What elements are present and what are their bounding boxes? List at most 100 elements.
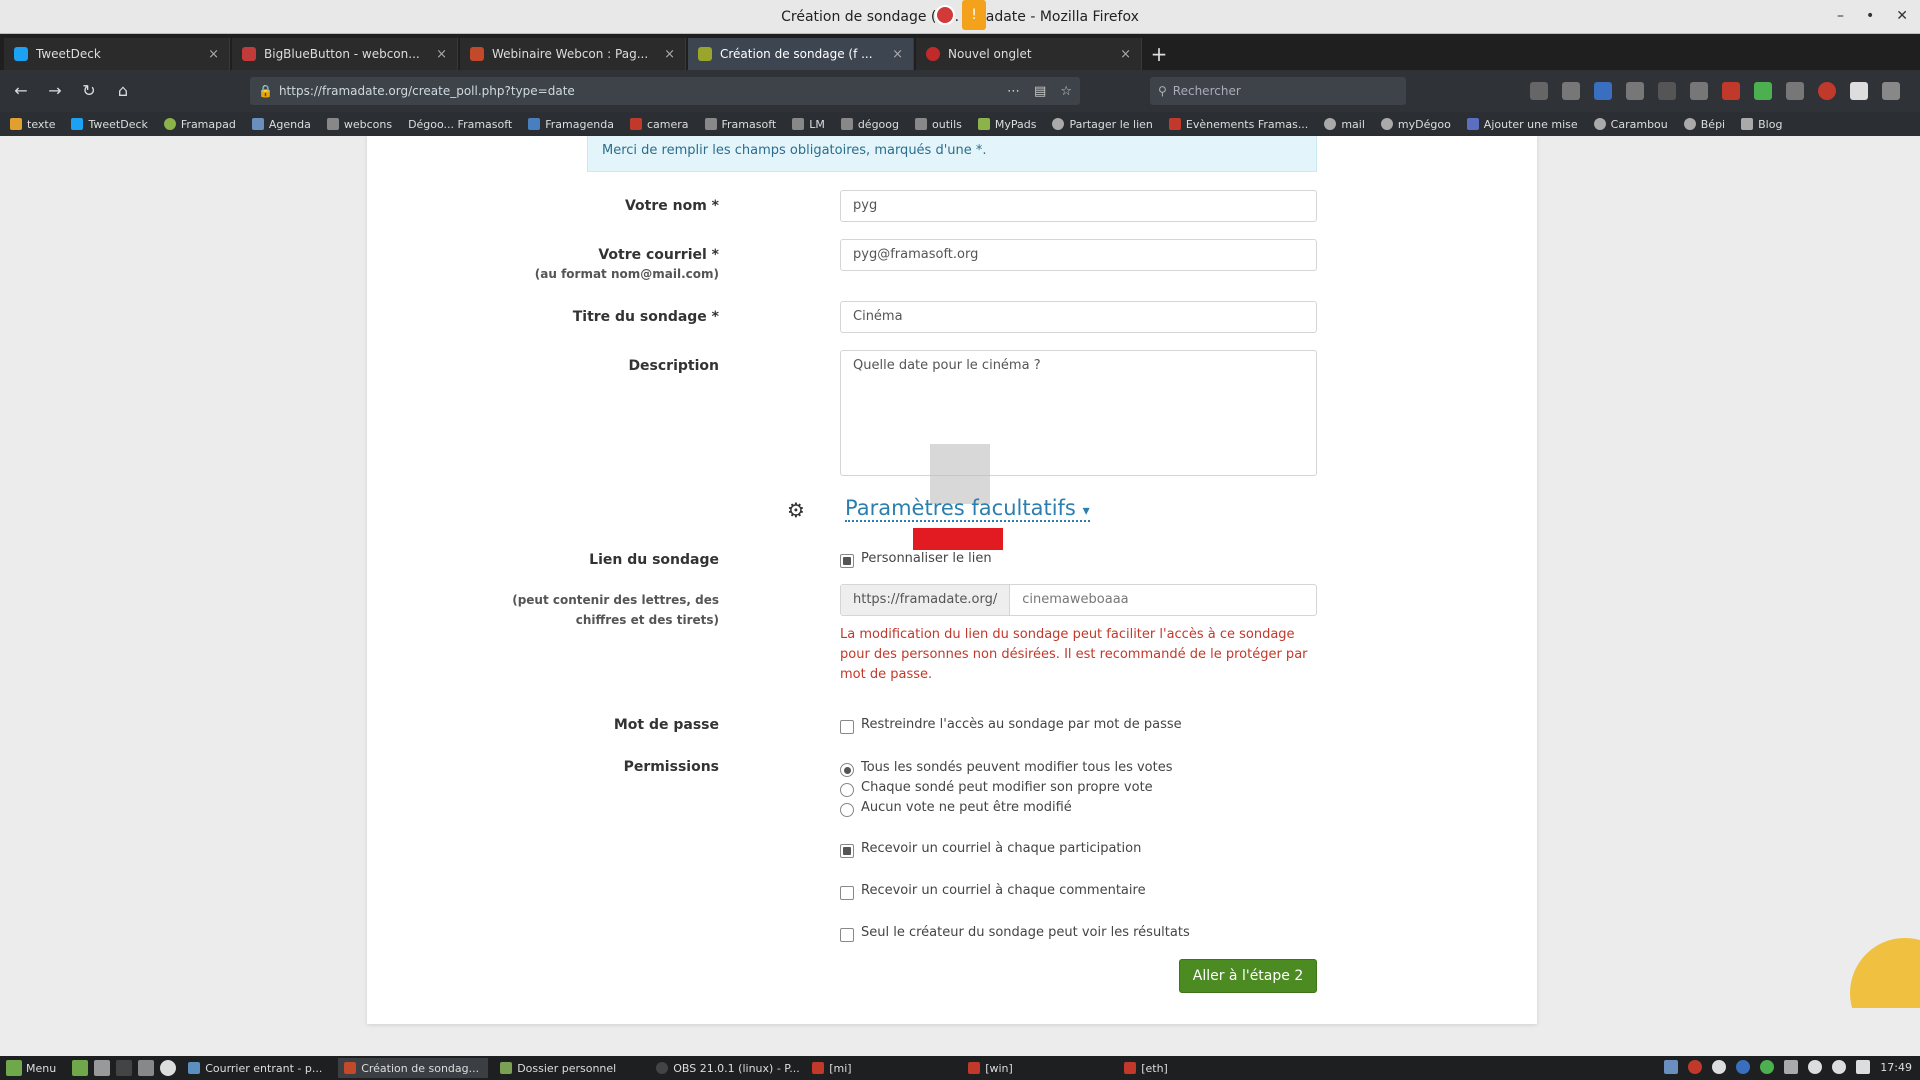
bookmark-item[interactable]: Bépi <box>1683 118 1725 131</box>
password-checkbox[interactable] <box>840 720 854 734</box>
taskbar-task[interactable]: Courrier entrant - p... <box>182 1058 332 1078</box>
volume-icon[interactable] <box>1832 1060 1847 1074</box>
poll-title-input[interactable]: Cinéma <box>840 301 1317 333</box>
tab-close-icon[interactable]: × <box>664 47 675 62</box>
folder-icon[interactable] <box>138 1060 155 1076</box>
close-window-button[interactable]: ✕ <box>1896 8 1908 24</box>
tools-icon[interactable] <box>1530 82 1548 100</box>
bookmark-item[interactable]: Agenda <box>251 118 311 131</box>
optional-settings-toggle[interactable]: Paramètres facultatifs ▾ <box>845 496 1090 522</box>
extension-blue-icon[interactable] <box>1594 82 1612 100</box>
required-fields-notice: Merci de remplir les champs obligatoires… <box>587 136 1317 172</box>
bookmark-item[interactable]: Partager le lien <box>1052 118 1153 131</box>
tab-creation-sondage[interactable]: Création de sondage (f ... × <box>688 38 914 70</box>
search-input[interactable]: Rechercher <box>1173 84 1241 98</box>
settings-icon[interactable] <box>1562 82 1580 100</box>
bookmark-item[interactable]: Ajouter une mise <box>1466 118 1578 131</box>
extension-grey-icon[interactable] <box>1658 82 1676 100</box>
tray-files-icon[interactable] <box>1784 1060 1799 1074</box>
bookmark-item[interactable]: Dégoo... Framasoft <box>408 118 512 131</box>
reload-button[interactable]: ↻ <box>76 78 102 104</box>
extension-white-icon[interactable] <box>1850 82 1868 100</box>
bluetooth-icon[interactable] <box>1736 1060 1751 1074</box>
bookmark-folder[interactable]: LM <box>792 118 825 131</box>
tray-shield-icon[interactable] <box>1712 1060 1727 1074</box>
bookmark-icon <box>1466 118 1479 130</box>
taskbar-task[interactable]: [win] <box>962 1058 1112 1078</box>
tab-tweetdeck[interactable]: TweetDeck × <box>4 38 230 70</box>
menu-icon[interactable] <box>1882 82 1900 100</box>
clock[interactable]: 17:49 <box>1880 1061 1912 1074</box>
bookmark-item[interactable]: mail <box>1324 118 1365 131</box>
tray-record-icon[interactable] <box>1688 1060 1703 1074</box>
name-input[interactable]: pyg <box>840 190 1317 222</box>
tab-bigbluebutton[interactable]: BigBlueButton - webcon... × <box>232 38 458 70</box>
terminal-icon[interactable] <box>116 1060 133 1076</box>
extension-red2-icon[interactable] <box>1818 82 1836 100</box>
taskbar-task[interactable]: [mi] <box>806 1058 956 1078</box>
search-bar[interactable]: ⚲ Rechercher <box>1150 77 1406 105</box>
bookmark-item[interactable]: texte <box>10 118 55 131</box>
show-desktop-icon[interactable] <box>72 1060 89 1076</box>
taskbar-task[interactable]: [eth] <box>1118 1058 1268 1078</box>
taskbar-task[interactable]: Dossier personnel <box>494 1058 644 1078</box>
bookmark-item[interactable]: Evènements Framas... <box>1168 118 1308 131</box>
taskbar-task[interactable]: Création de sondag... <box>338 1058 489 1078</box>
bookmark-item[interactable]: Blog <box>1741 118 1782 131</box>
corner-badge-icon[interactable] <box>1840 928 1920 1008</box>
battery-icon[interactable] <box>1856 1060 1871 1074</box>
description-textarea[interactable]: Quelle date pour le cinéma ? <box>840 350 1317 476</box>
bookmark-folder[interactable]: outils <box>915 118 962 131</box>
results-creator-checkbox[interactable] <box>840 928 854 942</box>
customize-link-checkbox[interactable] <box>840 554 854 568</box>
url-bar[interactable]: 🔒 https://framadate.org/create_poll.php?… <box>250 77 1080 105</box>
bookmark-item[interactable]: myDégoo <box>1380 118 1451 131</box>
bookmark-item[interactable]: MyPads <box>977 118 1036 131</box>
file-manager-icon[interactable] <box>94 1060 111 1076</box>
bookmark-item[interactable]: Framagenda <box>528 118 614 131</box>
mail-comment-checkbox[interactable] <box>840 886 854 900</box>
email-input[interactable]: pyg@framasoft.org <box>840 239 1317 271</box>
perm-none-text: Aucun vote ne peut être modifié <box>861 800 1072 815</box>
extension-green-icon[interactable] <box>1754 82 1772 100</box>
extension-red-icon[interactable] <box>1722 82 1740 100</box>
tray-app-icon[interactable] <box>1664 1060 1679 1074</box>
sidebar-icon[interactable] <box>1690 82 1708 100</box>
perm-all-radio[interactable] <box>840 763 854 777</box>
maximize-button[interactable]: • <box>1866 8 1874 24</box>
browser-icon[interactable] <box>160 1060 177 1076</box>
tab-nouvel-onglet[interactable]: Nouvel onglet × <box>916 38 1142 70</box>
rss-icon[interactable] <box>1786 82 1804 100</box>
taskbar-task[interactable]: OBS 21.0.1 (linux) - P... <box>650 1058 800 1078</box>
library-icon[interactable] <box>1626 82 1644 100</box>
bookmark-star-icon[interactable]: ☆ <box>1060 84 1072 99</box>
link-slug-input[interactable]: cinemaweboaaa <box>1010 585 1140 615</box>
bookmark-folder[interactable]: Framasoft <box>704 118 776 131</box>
mail-participation-checkbox[interactable] <box>840 844 854 858</box>
bookmark-item[interactable]: Framapad <box>163 118 236 131</box>
perm-none-radio[interactable] <box>840 803 854 817</box>
tab-close-icon[interactable]: × <box>436 47 447 62</box>
tab-close-icon[interactable]: × <box>208 47 219 62</box>
tab-close-icon[interactable]: × <box>1120 47 1131 62</box>
perm-own-radio[interactable] <box>840 783 854 797</box>
bookmark-folder[interactable]: webcons <box>326 118 392 131</box>
home-button[interactable]: ⌂ <box>110 78 136 104</box>
new-tab-button[interactable]: + <box>1144 38 1174 70</box>
url-text[interactable]: https://framadate.org/create_poll.php?ty… <box>279 84 1001 98</box>
network-icon[interactable] <box>1808 1060 1823 1074</box>
tab-close-icon[interactable]: × <box>892 47 903 62</box>
bookmark-item[interactable]: Carambou <box>1593 118 1668 131</box>
bookmark-item[interactable]: TweetDeck <box>71 118 148 131</box>
back-button[interactable]: ← <box>8 78 34 104</box>
start-menu-button[interactable]: Menu <box>6 1060 66 1076</box>
bookmark-item[interactable]: camera <box>629 118 689 131</box>
forward-button[interactable]: → <box>42 78 68 104</box>
next-step-button[interactable]: Aller à l'étape 2 <box>1179 959 1317 993</box>
tray-check-icon[interactable] <box>1760 1060 1775 1074</box>
minimize-button[interactable]: – <box>1837 8 1844 24</box>
bookmark-folder[interactable]: dégoog <box>840 118 899 131</box>
reader-view-icon[interactable]: ▤ <box>1034 84 1046 99</box>
page-actions-icon[interactable]: ⋯ <box>1007 84 1020 99</box>
tab-webinaire[interactable]: Webinaire Webcon : Pag... × <box>460 38 686 70</box>
